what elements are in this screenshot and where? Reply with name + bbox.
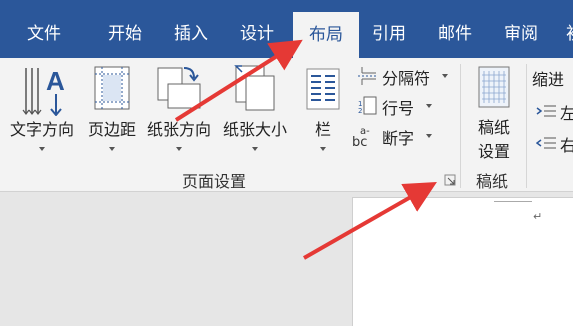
margin-corner-mark: [494, 201, 532, 202]
margins-icon: [94, 66, 130, 110]
indent-right-label: 右: [560, 136, 573, 155]
manuscript-settings-label-2: 设置: [477, 142, 510, 161]
tab-file[interactable]: 文件: [27, 22, 61, 46]
indent-label: 缩进: [532, 70, 565, 89]
manuscript-settings-button[interactable]: 稿纸 设置: [468, 58, 520, 166]
text-direction-icon: A: [22, 66, 65, 116]
chevron-down-icon: [320, 147, 326, 151]
hyphenation-icon: a- bc: [352, 126, 370, 148]
group-divider: [460, 64, 461, 188]
line-numbers-button[interactable]: 1 2 行号: [356, 94, 436, 118]
svg-text:2: 2: [358, 107, 362, 115]
indent-right-field[interactable]: 右: [536, 132, 573, 156]
chevron-down-icon: [109, 147, 115, 151]
text-direction-label: 文字方向: [9, 120, 74, 139]
manuscript-settings-label-1: 稿纸: [477, 118, 510, 137]
text-direction-button[interactable]: A 文字方向: [4, 58, 80, 158]
indent-right-icon: [536, 137, 556, 149]
paragraph-mark: ↵: [533, 210, 543, 223]
orientation-button[interactable]: 纸张方向: [142, 58, 216, 158]
columns-icon: [306, 68, 340, 110]
orientation-label: 纸张方向: [146, 120, 211, 139]
breaks-icon: [358, 67, 376, 85]
paper-size-button[interactable]: 纸张大小: [218, 58, 292, 158]
tab-layout[interactable]: 布局: [293, 12, 359, 58]
margins-label: 页边距: [87, 120, 136, 139]
svg-text:A: A: [46, 66, 65, 96]
manuscript-icon: [478, 66, 510, 108]
paper-size-icon: [234, 65, 275, 111]
indent-left-icon: [536, 105, 556, 117]
line-numbers-icon: 1 2: [358, 96, 377, 115]
line-numbers-label: 行号: [382, 99, 415, 118]
chevron-down-icon: [426, 104, 432, 108]
columns-label: 栏: [314, 120, 331, 139]
columns-button[interactable]: 栏: [300, 58, 346, 158]
breaks-label: 分隔符: [382, 69, 431, 88]
svg-text:bc: bc: [352, 135, 367, 148]
ribbon-panel: A 文字方向 页边距 纸张方向 纸张大小 栏 分隔符 1 2 行号 a- bc …: [0, 58, 573, 192]
manuscript-group-label: 稿纸: [476, 172, 509, 191]
tab-design[interactable]: 设计: [240, 22, 274, 46]
tab-home[interactable]: 开始: [108, 22, 142, 46]
indent-label-row: 缩进: [532, 66, 572, 90]
chevron-down-icon: [252, 147, 258, 151]
tab-review[interactable]: 审阅: [504, 22, 538, 46]
paper-size-label: 纸张大小: [222, 120, 287, 139]
margins-button[interactable]: 页边距: [82, 58, 142, 158]
chevron-down-icon: [442, 74, 448, 78]
hyphenation-label: 断字: [382, 129, 415, 148]
hyphenation-button[interactable]: a- bc 断字: [352, 124, 436, 148]
tab-references[interactable]: 引用: [372, 22, 406, 46]
indent-left-label: 左: [560, 104, 573, 123]
ribbon-tab-bar: 文件 开始 插入 设计 布局 引用 邮件 审阅 初: [0, 0, 573, 58]
page-setup-group-label: 页面设置: [182, 172, 247, 191]
chevron-down-icon: [39, 147, 45, 151]
orientation-icon: [157, 67, 201, 109]
indent-left-field[interactable]: 左: [536, 100, 573, 124]
tab-view-partial[interactable]: 初: [566, 22, 573, 46]
tab-insert[interactable]: 插入: [174, 22, 208, 46]
group-divider: [526, 64, 527, 188]
breaks-button[interactable]: 分隔符: [356, 64, 452, 88]
chevron-down-icon: [176, 147, 182, 151]
tab-mailings[interactable]: 邮件: [438, 22, 472, 46]
dialog-launcher-icon[interactable]: [444, 174, 456, 186]
chevron-down-icon: [426, 134, 432, 138]
